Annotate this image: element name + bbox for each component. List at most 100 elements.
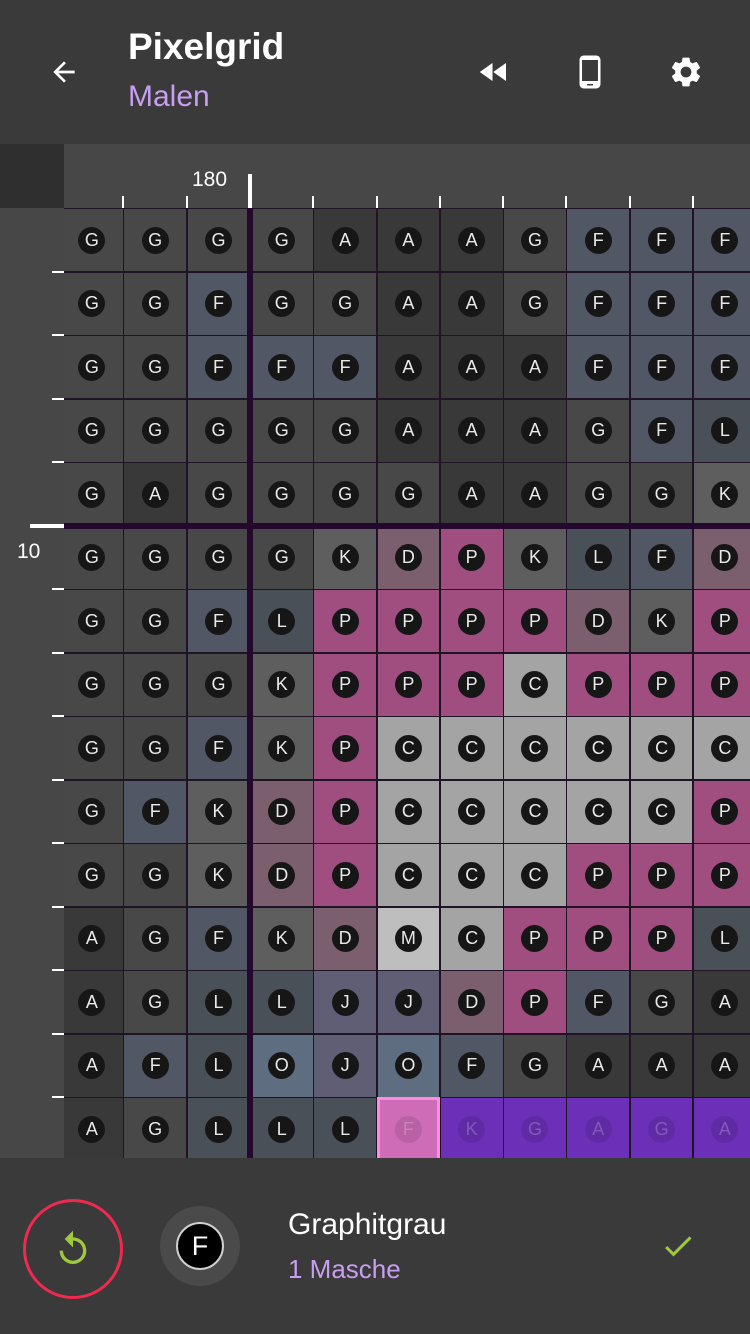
grid-cell[interactable]: D [693,525,750,590]
grid-cell[interactable]: A [503,398,567,463]
grid-cell[interactable]: C [376,779,441,844]
grid-cell[interactable]: G [123,271,188,336]
grid-cell[interactable]: F [186,906,251,971]
grid-cell[interactable]: A [64,906,124,971]
grid-cell[interactable]: A [376,271,441,336]
pattern-grid[interactable]: G G G G A A A G F F F G G F G G A A G F F F G G F F F A A A F F F G G G G G A A… [64,208,750,1158]
grid-cell[interactable]: G [123,335,188,399]
confirm-button[interactable] [650,1218,706,1274]
grid-cell[interactable]: A [123,462,188,526]
grid-cell[interactable]: C [629,779,694,844]
grid-cell[interactable]: G [249,271,314,336]
grid-cell[interactable]: A [64,1033,124,1098]
grid-cell[interactable]: G [64,271,124,336]
grid-cell[interactable]: K [439,1097,504,1158]
grid-cell[interactable]: K [249,716,314,780]
grid-cell[interactable]: A [693,1033,750,1098]
grid-cell[interactable]: C [503,716,567,780]
grid-cell[interactable]: A [629,1033,694,1098]
grid-cell[interactable]: P [693,589,750,653]
grid-cell[interactable]: C [629,716,694,780]
grid-cell[interactable]: F [629,398,694,463]
grid-cell[interactable]: G [123,970,188,1034]
grid-cell[interactable]: G [123,906,188,971]
grid-cell[interactable]: G [64,652,124,717]
grid-cell[interactable]: C [376,843,441,907]
grid-cell[interactable]: F [186,335,251,399]
grid-cell[interactable]: P [503,589,567,653]
grid-cell[interactable]: A [503,462,567,526]
grid-cell[interactable]: G [123,398,188,463]
grid-cell[interactable]: A [64,1097,124,1158]
grid-cell[interactable]: P [313,716,377,780]
grid-cell[interactable]: A [503,335,567,399]
grid-cell[interactable]: F [693,271,750,336]
grid-cell[interactable]: F [629,271,694,336]
grid-cell[interactable]: G [64,335,124,399]
grid-cell[interactable]: C [503,652,567,717]
grid-cell[interactable]: G [186,398,251,463]
grid-cell[interactable]: P [313,779,377,844]
grid-cell[interactable]: G [249,525,314,590]
grid-cell[interactable]: D [249,843,314,907]
grid-cell[interactable]: K [693,462,750,526]
grid-cell[interactable]: G [64,716,124,780]
grid-cell[interactable]: L [693,906,750,971]
grid-cell[interactable]: G [566,398,631,463]
grid-cell[interactable]: G [123,208,188,272]
grid-cell[interactable]: G [186,208,251,272]
grid-cell[interactable]: P [376,652,441,717]
grid-cell[interactable]: G [629,1097,694,1158]
grid-cell[interactable]: P [693,652,750,717]
grid-cell[interactable]: D [249,779,314,844]
grid-cell[interactable]: A [376,335,441,399]
grid-cell[interactable]: F [186,716,251,780]
grid-cell[interactable]: G [566,462,631,526]
grid-cell[interactable]: C [439,843,504,907]
grid-cell[interactable]: A [439,398,504,463]
grid-cell[interactable]: K [313,525,377,590]
grid-cell[interactable]: P [629,652,694,717]
grid-cell[interactable]: A [439,335,504,399]
grid-cell[interactable]: C [439,906,504,971]
undo-button[interactable] [23,1199,123,1299]
grid-cell[interactable]: P [439,589,504,653]
grid-cell[interactable]: F [693,208,750,272]
grid-cell[interactable]: C [566,716,631,780]
grid-cell[interactable]: L [186,1033,251,1098]
grid-cell[interactable]: F [186,271,251,336]
grid-cell[interactable]: A [376,398,441,463]
grid-cell[interactable]: F [566,335,631,399]
grid-cell[interactable]: G [64,398,124,463]
grid-cell[interactable]: D [313,906,377,971]
grid-cell[interactable]: P [566,843,631,907]
grid-cell[interactable]: K [249,906,314,971]
grid-cell[interactable]: P [566,652,631,717]
grid-cell[interactable]: P [566,906,631,971]
grid-cell[interactable]: P [693,779,750,844]
grid-cell[interactable]: D [566,589,631,653]
grid-cell[interactable]: K [186,779,251,844]
grid-cell[interactable]: A [439,462,504,526]
grid-cell[interactable]: G [376,462,441,526]
grid-cell[interactable]: G [186,652,251,717]
grid-cell[interactable]: G [503,271,567,336]
grid-cell[interactable]: P [629,843,694,907]
grid-cell[interactable]: P [313,843,377,907]
grid-cell[interactable]: G [64,779,124,844]
grid-cell[interactable]: G [503,1097,567,1158]
grid-cell[interactable]: A [566,1033,631,1098]
grid-cell[interactable]: G [629,970,694,1034]
grid-cell[interactable]: P [313,652,377,717]
grid-cell[interactable]: A [693,1097,750,1158]
grid-cell[interactable]: J [376,970,441,1034]
grid-cell[interactable]: A [64,970,124,1034]
back-button[interactable] [34,42,94,102]
rewind-button[interactable] [464,42,524,102]
grid-cell[interactable]: G [249,208,314,272]
grid-cell[interactable]: C [693,716,750,780]
grid-cell[interactable]: C [503,843,567,907]
grid-cell[interactable]: G [313,271,377,336]
grid-cell[interactable]: C [439,779,504,844]
grid-cell[interactable]: G [64,462,124,526]
